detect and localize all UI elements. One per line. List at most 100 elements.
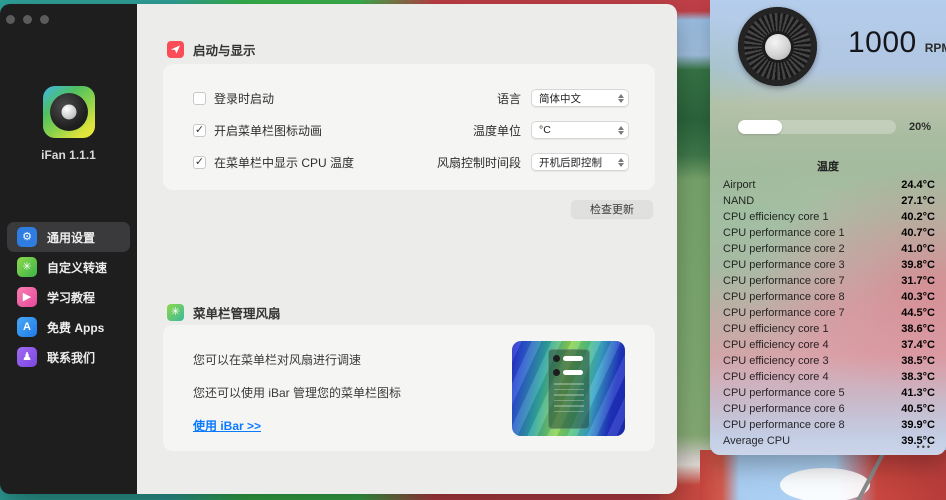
more-sensors-ellipsis[interactable]: ••• xyxy=(917,442,932,452)
preview-text-line xyxy=(554,394,584,396)
sensor-row: CPU performance core 2 41.0°C xyxy=(723,241,935,257)
zoom-button[interactable] xyxy=(40,15,49,24)
dropdown-select[interactable]: 开机后即控制 xyxy=(531,153,629,171)
close-button[interactable] xyxy=(6,15,15,24)
sensor-row: CPU efficiency core 1 38.6°C xyxy=(723,321,935,337)
sidebar-item-icon: ⚙ xyxy=(17,227,37,247)
sensor-value: 40.3°C xyxy=(901,291,935,303)
sensor-name: CPU efficiency core 3 xyxy=(723,355,829,367)
rpm-value: 1000 xyxy=(848,26,917,60)
checkbox-row[interactable]: 开启菜单栏图标动画 xyxy=(193,114,354,146)
preview-text-line xyxy=(554,400,584,402)
checkbox-label: 开启菜单栏图标动画 xyxy=(214,122,322,139)
chevron-up-down-icon xyxy=(618,126,624,135)
section-title: 启动与显示 xyxy=(193,40,256,59)
dropdown-select[interactable]: 简体中文 xyxy=(531,89,629,107)
window-controls xyxy=(6,15,49,24)
sensor-name: CPU performance core 6 xyxy=(723,403,845,415)
sensor-value: 41.3°C xyxy=(901,387,935,399)
preview-fan-dot xyxy=(553,355,560,362)
dropdown-selected-value: °C xyxy=(539,124,551,136)
preview-fan-row xyxy=(553,355,585,362)
sensor-value: 37.4°C xyxy=(901,339,935,351)
sidebar-menu: ⚙ 通用设置 ✳ 自定义转速 ▶ 学习教程 A xyxy=(7,222,130,372)
preview-dropdown-panel xyxy=(548,349,590,429)
dropdown-row: 风扇控制时间段 开机后即控制 xyxy=(437,146,629,178)
sidebar-item-label: 通用设置 xyxy=(47,229,95,246)
checkbox-row[interactable]: 在菜单栏中显示 CPU 温度 xyxy=(193,146,354,178)
sensor-row: CPU performance core 8 39.9°C xyxy=(723,417,935,433)
preview-slider-bar xyxy=(563,370,583,375)
dropdown-select[interactable]: °C xyxy=(531,121,629,139)
dropdown-label: 温度单位 xyxy=(473,122,521,139)
sensor-value: 31.7°C xyxy=(901,275,935,287)
sidebar-item-label: 联系我们 xyxy=(47,349,95,366)
sidebar-item[interactable]: ▶ 学习教程 xyxy=(7,282,130,312)
sensor-row: CPU efficiency core 3 38.5°C xyxy=(723,353,935,369)
sensor-name: NAND xyxy=(723,195,754,207)
menubar-info-card: 您可以在菜单栏对风扇进行调速 您还可以使用 iBar 管理您的菜单栏图标 使用 … xyxy=(163,325,655,451)
checkbox[interactable] xyxy=(193,92,206,105)
section-header-startup: 启动与显示 xyxy=(167,40,256,59)
preview-slider-bar xyxy=(563,356,583,361)
dropdown-row: 温度单位 °C xyxy=(437,114,629,146)
sensor-row: NAND 27.1°C xyxy=(723,193,935,209)
sidebar-item-label: 免费 Apps xyxy=(47,319,104,336)
checkbox-row[interactable]: 登录时启动 xyxy=(193,82,354,114)
fan-icon: ✳ xyxy=(167,304,184,321)
check-update-button[interactable]: 检查更新 xyxy=(571,200,653,218)
sensor-value: 39.9°C xyxy=(901,419,935,431)
sidebar-item[interactable]: ⚙ 通用设置 xyxy=(7,222,130,252)
sensor-name: CPU performance core 8 xyxy=(723,291,845,303)
chevron-up-down-icon xyxy=(618,94,624,103)
sidebar-item[interactable]: ✳ 自定义转速 xyxy=(7,252,130,282)
app-logo-icon xyxy=(43,86,95,138)
sensor-name: CPU performance core 8 xyxy=(723,419,845,431)
ibar-link[interactable]: 使用 iBar >> xyxy=(193,417,401,434)
app-logo-fan-hub xyxy=(61,105,76,120)
chevron-up-down-icon xyxy=(618,158,624,167)
checkbox[interactable] xyxy=(193,156,206,169)
sensor-name: CPU performance core 2 xyxy=(723,243,845,255)
paper-plane-icon xyxy=(167,41,184,58)
sensor-name: CPU performance core 1 xyxy=(723,227,845,239)
sensor-name: Average CPU xyxy=(723,435,790,447)
dropdown-selected-value: 开机后即控制 xyxy=(539,155,602,170)
preview-text-line xyxy=(554,389,584,391)
sensor-name: CPU efficiency core 4 xyxy=(723,339,829,351)
sidebar-item-icon: ♟ xyxy=(17,347,37,367)
sensor-row: CPU performance core 5 41.3°C xyxy=(723,385,935,401)
ifan-app-window: iFan 1.1.1 ⚙ 通用设置 ✳ 自定义转速 ▶ xyxy=(0,4,677,494)
sensor-name: CPU performance core 5 xyxy=(723,387,845,399)
sensor-name: CPU efficiency core 1 xyxy=(723,323,829,335)
temperature-section-title: 温度 xyxy=(710,158,946,174)
settings-content: 启动与显示 登录时启动 开启菜单栏图标动画 xyxy=(137,4,677,494)
sensor-row: CPU efficiency core 1 40.2°C xyxy=(723,209,935,225)
checkbox[interactable] xyxy=(193,124,206,137)
menubar-preview-image xyxy=(512,341,625,436)
dropdown-label: 语言 xyxy=(497,90,521,107)
sensor-row: CPU performance core 6 40.5°C xyxy=(723,401,935,417)
sensor-row: CPU efficiency core 4 37.4°C xyxy=(723,337,935,353)
sensor-name: CPU performance core 3 xyxy=(723,259,845,271)
fan-speed-fill[interactable] xyxy=(738,120,782,134)
section-header-menubar: ✳ 菜单栏管理风扇 xyxy=(167,303,281,322)
sensor-value: 41.0°C xyxy=(901,243,935,255)
sensor-row: CPU efficiency core 4 38.3°C xyxy=(723,369,935,385)
sidebar-item[interactable]: ♟ 联系我们 xyxy=(7,342,130,372)
sensor-value: 40.2°C xyxy=(901,211,935,223)
preview-fan-dot xyxy=(553,369,560,376)
fan-blades-icon xyxy=(738,7,817,86)
sidebar-item[interactable]: A 免费 Apps xyxy=(7,312,130,342)
sensor-value: 38.5°C xyxy=(901,355,935,367)
sidebar-item-icon: A xyxy=(17,317,37,337)
dropdown-group: 语言 简体中文 温度单位 °C xyxy=(437,82,629,178)
info-line-1: 您可以在菜单栏对风扇进行调速 xyxy=(193,351,401,368)
app-version-label: iFan 1.1.1 xyxy=(0,148,137,162)
fan-speed-percent: 20% xyxy=(909,121,931,133)
sensor-name: CPU efficiency core 4 xyxy=(723,371,829,383)
fan-speed-slider[interactable] xyxy=(738,120,896,134)
minimize-button[interactable] xyxy=(23,15,32,24)
checkbox-label: 登录时启动 xyxy=(214,90,274,107)
info-line-2: 您还可以使用 iBar 管理您的菜单栏图标 xyxy=(193,384,401,401)
